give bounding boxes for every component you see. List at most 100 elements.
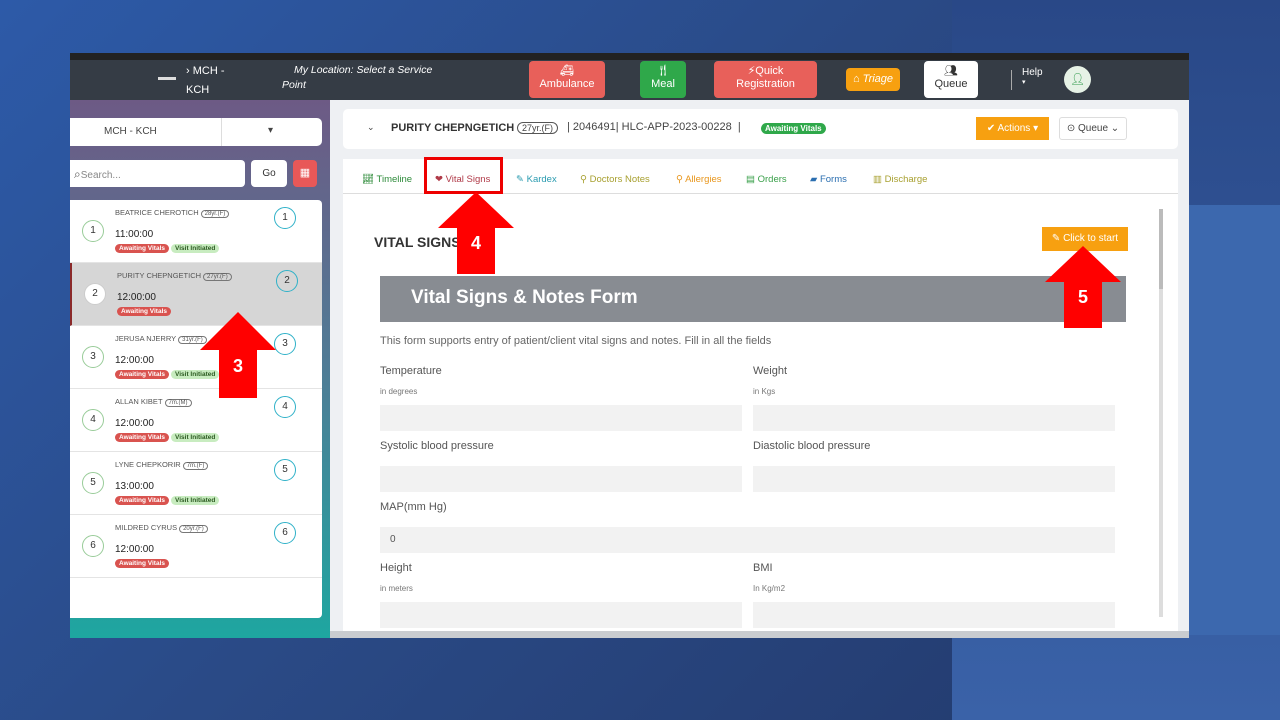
step-3-label: 3 <box>233 356 243 376</box>
tab-timeline[interactable]: 📈︎ Timeline <box>362 174 412 185</box>
age-badge: 20yr.(F) <box>179 525 208 533</box>
highlight-box <box>424 157 503 194</box>
patient-name: LYNE CHEPKORIR 7m.(F) <box>115 460 209 470</box>
appointment-time: 12:00:00 <box>115 418 154 429</box>
triage-label: Triage <box>862 73 894 85</box>
divider <box>1011 70 1012 90</box>
badges: Awaiting Vitals Visit Initiated <box>115 496 220 505</box>
scrollbar[interactable] <box>1159 209 1163 617</box>
weight-unit: in Kgs <box>753 387 776 396</box>
badges: Awaiting Vitals Visit Initiated <box>115 433 220 442</box>
utensils-icon: 🍴︎ <box>656 65 670 77</box>
annotation-arrow-4: 4 <box>438 192 514 274</box>
token-number[interactable]: 4 <box>274 396 296 418</box>
status-badge: Awaiting Vitals <box>115 244 169 253</box>
form-description: This form supports entry of patient/clie… <box>380 335 772 347</box>
list-icon: ▥ <box>873 174 882 185</box>
triage-button[interactable]: ⌂ Triage <box>846 68 900 91</box>
temperature-unit: in degrees <box>380 387 418 396</box>
patient-list-item[interactable]: 1 BEATRICE CHEROTICH 28yr.(F) 11:00:00 Aw… <box>70 200 322 263</box>
tab-forms[interactable]: ▰ Forms <box>810 174 847 185</box>
systolic-input[interactable] <box>380 466 742 492</box>
patient-list-item[interactable]: 5 LYNE CHEPKORIR 7m.(F) 13:00:00 Awaiting… <box>70 452 322 515</box>
bmi-input[interactable] <box>753 602 1115 628</box>
help-label: Help <box>1022 67 1043 78</box>
clock-icon: ⊙ <box>1066 123 1076 134</box>
token-number[interactable]: 2 <box>276 270 298 292</box>
token-number[interactable]: 5 <box>274 459 296 481</box>
tab-label: Timeline <box>376 174 413 185</box>
diastolic-input[interactable] <box>753 466 1115 492</box>
status-badge: Awaiting Vitals <box>115 433 169 442</box>
location-selector[interactable]: My Location: Select a Service Point <box>282 63 432 93</box>
search-input[interactable]: ⌕Search... <box>70 160 245 187</box>
select-value: MCH - KCH <box>104 126 157 137</box>
help-menu[interactable]: Help ▾ <box>1022 67 1043 86</box>
temperature-label: Temperature <box>380 365 442 377</box>
queue-number: 1 <box>82 220 104 242</box>
name-text: ALLAN KIBET <box>115 397 163 406</box>
slide-background-panel <box>1189 205 1280 635</box>
status-badge: Visit Initiated <box>171 496 220 505</box>
height-input[interactable] <box>380 602 742 628</box>
patient-list-item[interactable]: 6 MILDRED CYRUS 20yr.(F) 12:00:00 Awaitin… <box>70 515 322 578</box>
diastolic-label: Diastolic blood pressure <box>753 440 871 452</box>
edit-icon: ✎ <box>516 174 524 185</box>
token-number[interactable]: 1 <box>274 207 296 229</box>
patient-list-item[interactable]: 3 JERUSA NJERRY 31yr.(F) 12:00:00 Awaitin… <box>70 326 322 389</box>
weight-input[interactable] <box>753 405 1115 431</box>
appointment-time: 12:00:00 <box>115 355 154 366</box>
patient-name: PURITY CHEPNGETICH 27yr.(F) <box>117 271 232 281</box>
token-number[interactable]: 6 <box>274 522 296 544</box>
facility-link[interactable]: › MCH - <box>186 65 225 77</box>
go-button[interactable]: Go <box>251 160 287 187</box>
patient-list-item[interactable]: 4 ALLAN KIBET 7m.(M) 12:00:00 Awaiting Vi… <box>70 389 322 452</box>
quick-registration-button[interactable]: ⚡︎Quick Registration <box>714 61 817 98</box>
queue-number: 4 <box>82 409 104 431</box>
tab-label: Orders <box>757 174 787 185</box>
facility-label: MCH - <box>192 65 225 77</box>
name-text: PURITY CHEPNGETICH <box>117 271 202 280</box>
ambulance-label: Ambulance <box>539 78 595 90</box>
token-number[interactable]: 3 <box>274 333 296 355</box>
status-badge: Visit Initiated <box>171 433 220 442</box>
tab-label: Forms <box>819 174 847 185</box>
calendar-button[interactable]: ▦ <box>293 160 317 187</box>
appointment-time: 12:00:00 <box>117 292 156 303</box>
step-5-label: 5 <box>1078 287 1088 307</box>
temperature-input[interactable] <box>380 405 742 431</box>
queue-number: 3 <box>82 346 104 368</box>
chart-line-icon: 📈︎ <box>362 174 375 185</box>
user-avatar[interactable]: 👤︎ <box>1064 66 1091 93</box>
meal-button[interactable]: 🍴︎ Meal <box>640 61 686 98</box>
edit-icon: ✎ <box>1051 233 1061 244</box>
chevron-down-icon[interactable]: ⌄ <box>367 122 375 133</box>
facility-select[interactable]: MCH - KCH ▾ <box>70 118 322 146</box>
actions-button[interactable]: ✔ Actions ▾ <box>976 117 1049 140</box>
meal-label: Meal <box>651 78 675 90</box>
patient-list-item[interactable]: 2 PURITY CHEPNGETICH 27yr.(F) 12:00:00 Aw… <box>70 263 322 326</box>
annotation-arrow-3: 3 <box>200 312 276 398</box>
calendar-icon: ▦ <box>299 167 311 179</box>
ambulance-button[interactable]: 🚑︎ Ambulance <box>529 61 605 98</box>
bmi-label: BMI <box>753 562 773 574</box>
tab-label: Allergies <box>685 174 722 185</box>
queue-nav-button[interactable]: 👥︎ Queue <box>924 61 978 98</box>
search-icon: ⌕ <box>74 167 81 181</box>
tab-doctors-notes[interactable]: ⚲ Doctors Notes <box>580 174 650 185</box>
tab-label: Discharge <box>884 174 928 185</box>
menu-icon[interactable] <box>158 77 176 80</box>
quick-reg-label: Quick <box>755 65 784 77</box>
badges: Awaiting Vitals Visit Initiated <box>115 244 220 253</box>
tab-kardex[interactable]: ✎ Kardex <box>516 174 557 185</box>
map-input[interactable]: 0 <box>380 527 1115 553</box>
age-badge: 7m.(F) <box>182 462 209 470</box>
tab-orders[interactable]: ▤ Orders <box>746 174 787 185</box>
queue-dropdown[interactable]: ⊙ Queue ⌄ <box>1059 117 1127 140</box>
tab-discharge[interactable]: ▥ Discharge <box>873 174 927 185</box>
window-strip <box>70 53 1189 60</box>
status-badge: Awaiting Vitals <box>115 559 169 568</box>
tab-allergies[interactable]: ⚲ Allergies <box>676 174 722 185</box>
horizontal-scrollbar[interactable] <box>330 631 1189 638</box>
queue-number: 2 <box>84 283 106 305</box>
